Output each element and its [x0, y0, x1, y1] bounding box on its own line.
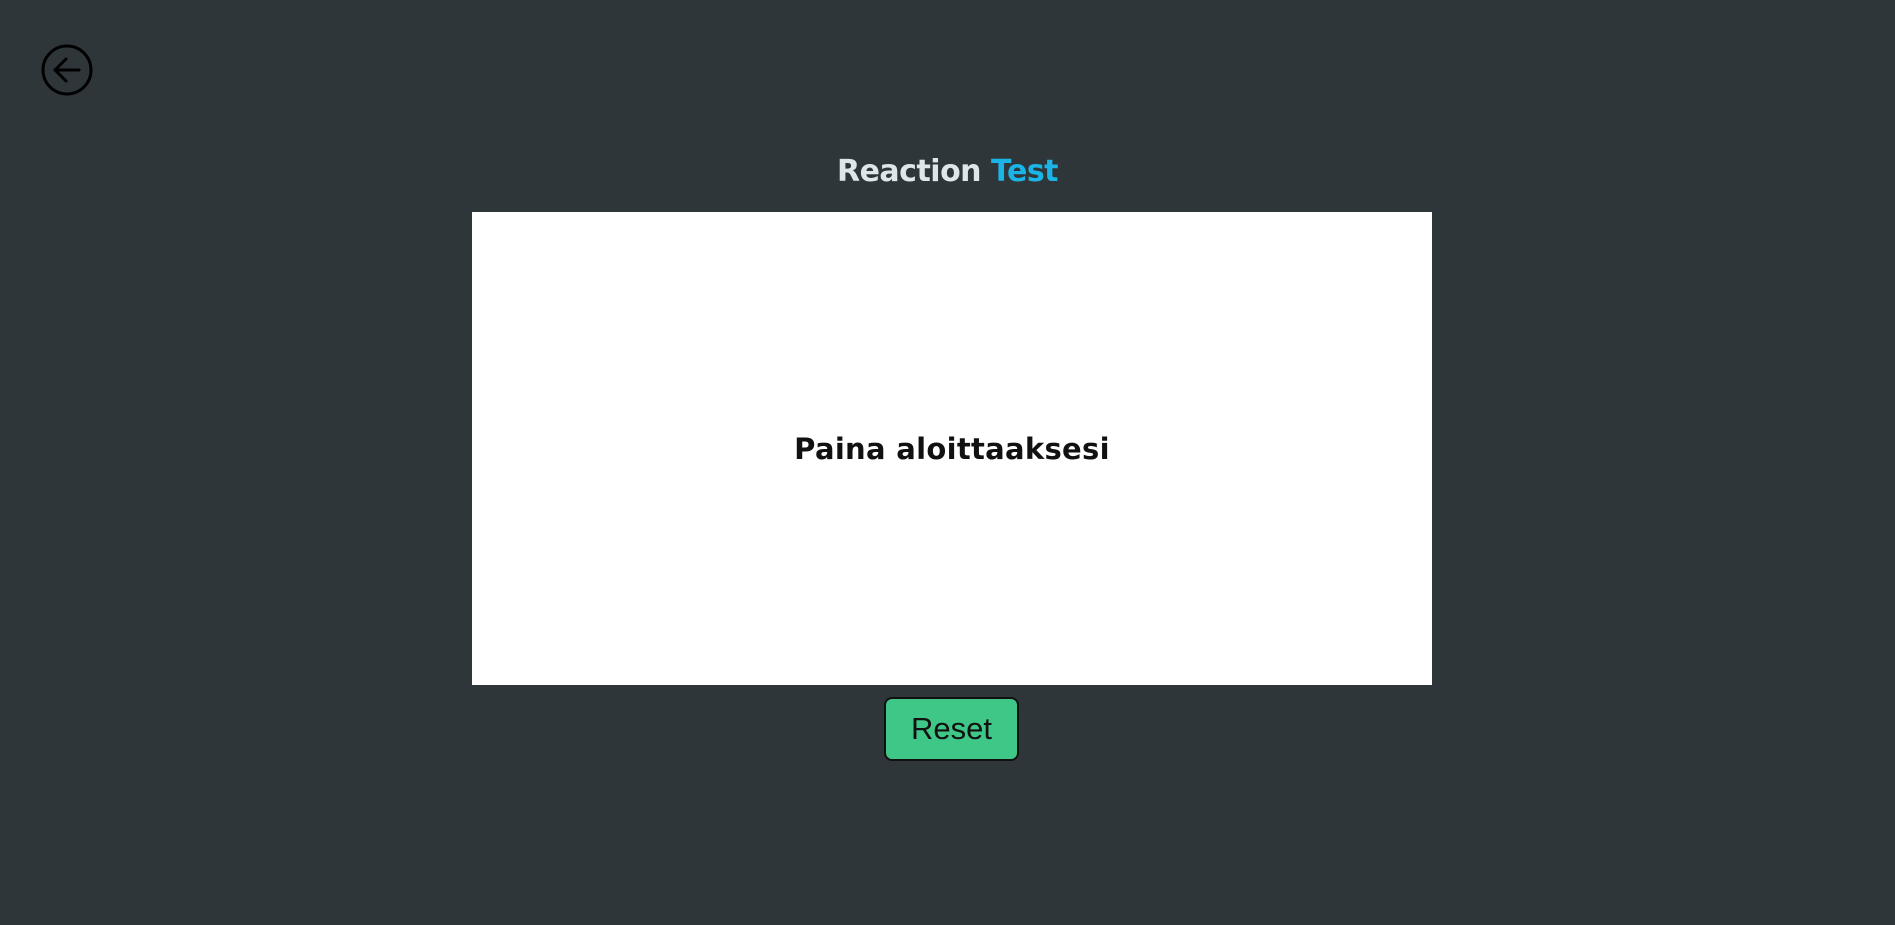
arrow-left-circle-icon [41, 44, 93, 96]
page-title: Reaction Test [0, 152, 1895, 192]
title-word-reaction: Reaction [836, 154, 982, 189]
reset-button[interactable]: Reset [884, 697, 1019, 761]
back-button[interactable] [40, 43, 94, 97]
reaction-test-area[interactable]: Paina aloittaaksesi [472, 212, 1432, 685]
title-word-test: Test [991, 154, 1059, 189]
start-prompt: Paina aloittaaksesi [794, 431, 1110, 466]
